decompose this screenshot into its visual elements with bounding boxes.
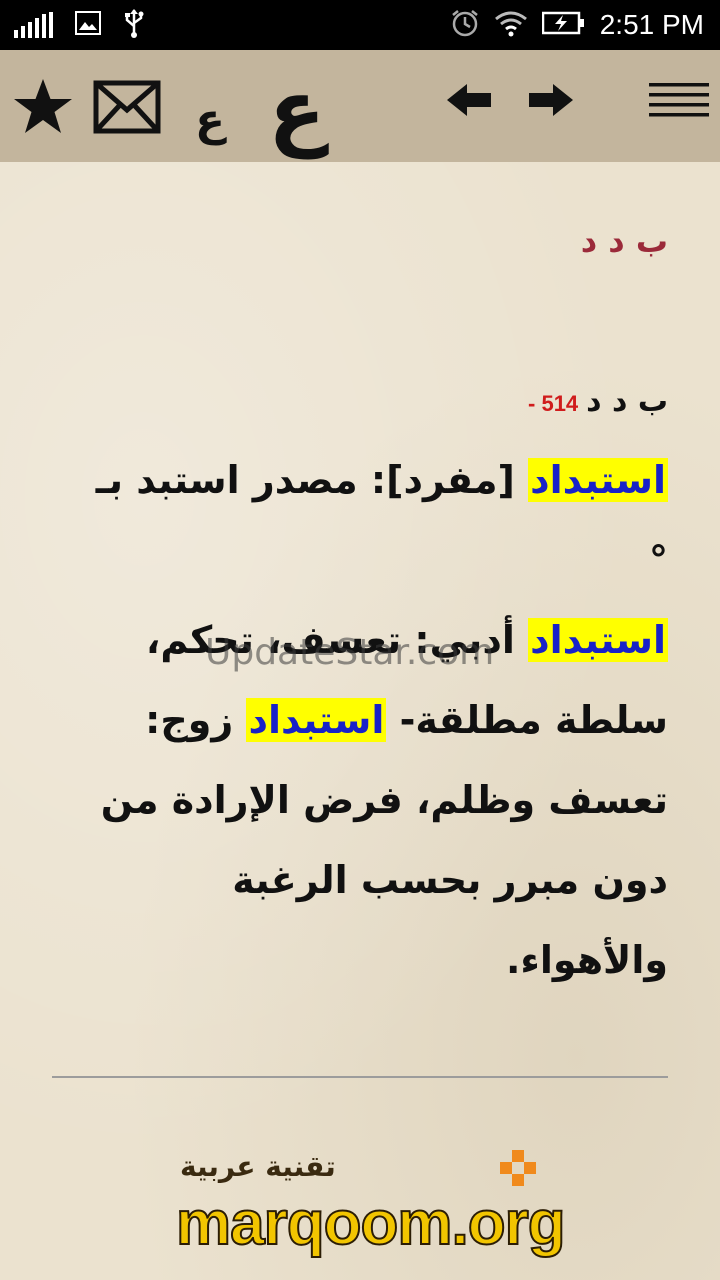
definition-text: دون مبرر بحسب الرغبة والأهواء. xyxy=(232,858,668,982)
entry-root: ب د د xyxy=(586,384,668,419)
definition-line: دون مبرر بحسب الرغبة والأهواء. xyxy=(68,840,668,1000)
entry-definition: استبداد [مفرد]: مصدر استبد بـ ° استبداد … xyxy=(68,440,668,1000)
definition-line: تعسف وظلم، فرض الإرادة من xyxy=(68,760,668,840)
large-ain-icon: ع xyxy=(268,61,326,159)
watermark: UpdateStar.com xyxy=(205,632,495,673)
highlighted-term: استبداد xyxy=(528,618,668,662)
image-icon xyxy=(75,10,101,40)
previous-button[interactable] xyxy=(444,80,494,120)
battery-charging-icon xyxy=(541,11,586,40)
entry-heading: ب د د 514 - xyxy=(528,384,668,419)
status-bar: 2:51 PM xyxy=(0,0,720,50)
star-icon xyxy=(14,79,72,133)
status-time: 2:51 PM xyxy=(599,9,704,40)
font-decrease-button[interactable]: ع xyxy=(190,90,230,150)
wifi-icon xyxy=(494,9,528,42)
mail-icon xyxy=(93,80,161,134)
status-left-icons xyxy=(14,8,145,42)
arrow-right-icon xyxy=(529,84,573,116)
menu-button[interactable] xyxy=(648,80,710,122)
status-right-icons: 2:51 PM xyxy=(450,0,704,50)
definition-text: زوج: xyxy=(145,698,247,742)
small-ain-icon: ع xyxy=(194,94,226,146)
highlighted-term: استبداد xyxy=(246,698,387,742)
plus-blocks-icon xyxy=(500,1150,536,1186)
arrow-left-icon xyxy=(447,84,491,116)
brand-arabic: تقنية عربية xyxy=(180,1150,336,1183)
divider xyxy=(52,1076,668,1078)
brand-logo[interactable]: تقنية عربية marqoom.org xyxy=(175,1150,567,1260)
toolbar: ع ع xyxy=(0,50,720,162)
alarm-icon xyxy=(450,8,480,43)
definition-line: سلطة مطلقة- استبداد زوج: xyxy=(68,680,668,760)
definition-text: تعسف وظلم، فرض الإرادة من xyxy=(100,778,668,822)
menu-icon xyxy=(649,83,709,117)
usb-icon xyxy=(123,8,145,43)
font-increase-button[interactable]: ع xyxy=(262,61,332,159)
root-header: ب د د xyxy=(580,222,668,260)
share-mail-button[interactable] xyxy=(92,78,162,136)
next-button[interactable] xyxy=(526,80,576,120)
definition-line: استبداد [مفرد]: مصدر استبد بـ ° xyxy=(68,440,668,600)
highlighted-term: استبداد xyxy=(528,458,668,502)
signal-bars-icon xyxy=(14,12,53,38)
definition-text: سلطة مطلقة- xyxy=(386,698,668,742)
entry-number: 514 - xyxy=(528,391,579,416)
brand-english: marqoom.org xyxy=(175,1188,567,1259)
favorite-button[interactable] xyxy=(10,74,76,140)
entry-content: ب د د ب د د 514 - استبداد [مفرد]: مصدر ا… xyxy=(0,162,720,1280)
